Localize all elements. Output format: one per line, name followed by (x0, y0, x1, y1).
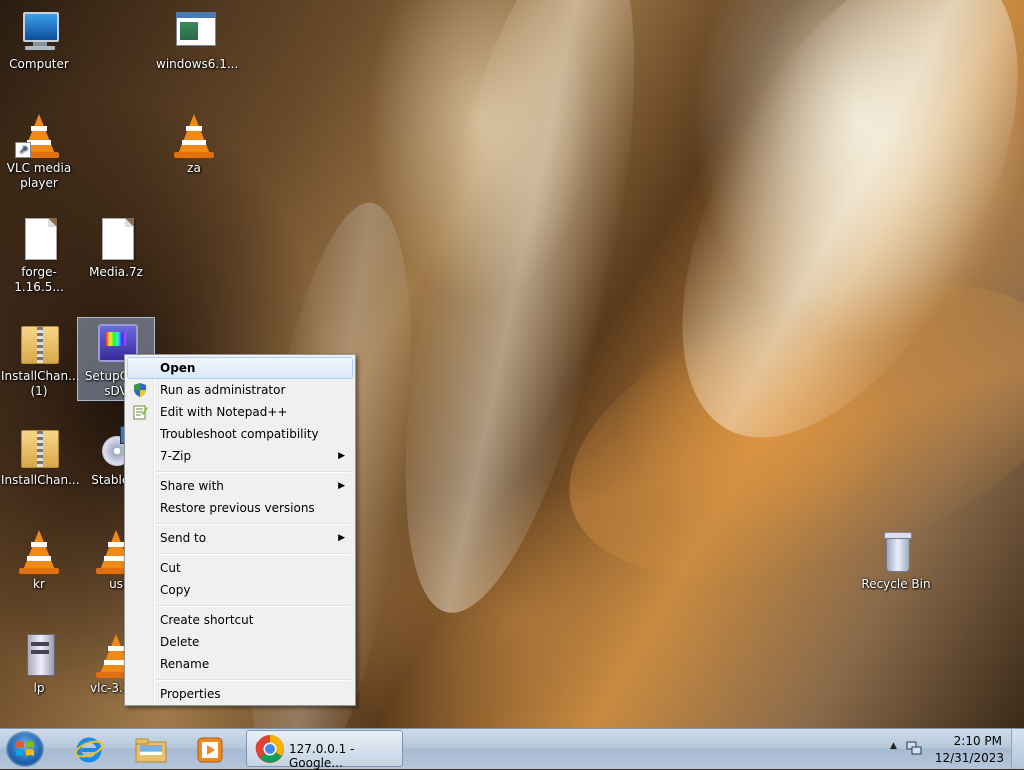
media-player-icon (197, 737, 223, 763)
desktop-icon-label: forge-1.16.5... (14, 265, 64, 294)
taskbar: 127.0.0.1 - Google... ▲ 2:10 PM 12/31/20… (0, 728, 1024, 770)
menu-separator (156, 471, 350, 473)
clock-date[interactable]: 12/31/2023 (935, 751, 1004, 765)
menu-item-create-shortcut[interactable]: Create shortcut (127, 609, 353, 631)
notepad-plus-plus-icon (133, 405, 148, 420)
desktop-icon-label: InstallChan... (1, 473, 80, 487)
menu-separator (156, 523, 350, 525)
application-window-icon (170, 10, 218, 54)
clock-time[interactable]: 2:10 PM (954, 734, 1002, 748)
desktop-icon-label: Media.7z (89, 265, 143, 279)
blank-file-icon (15, 218, 63, 262)
blank-file-icon (92, 218, 140, 262)
menu-item-properties[interactable]: Properties (127, 683, 353, 705)
desktop-icon-media-7z[interactable]: Media.7z (78, 218, 154, 280)
desktop-icon-label: VLC media player (6, 161, 72, 190)
recycle-bin-icon (872, 530, 920, 574)
folder-library-icon (135, 738, 167, 763)
taskbar-internet-explorer[interactable] (62, 731, 116, 767)
vlc-cone-icon: ↗ (15, 114, 63, 158)
taskbar-media-player[interactable] (184, 731, 238, 767)
desktop-icon-label: kr (33, 577, 45, 591)
desktop-icon-installchan[interactable]: InstallChan... (1, 426, 80, 488)
desktop-icon-kr[interactable]: kr (1, 530, 77, 592)
desktop-icon-recycle-bin[interactable]: Recycle Bin (858, 530, 934, 592)
vlc-cone-icon (15, 530, 63, 574)
uac-shield-icon (134, 383, 146, 397)
windows-logo-icon (16, 741, 34, 756)
desktop-icon-za[interactable]: za (156, 114, 232, 176)
desktop-icon-label: Computer (9, 57, 69, 71)
submenu-arrow-icon: ▶ (338, 533, 345, 543)
desktop-icon-label: za (187, 161, 201, 175)
menu-separator (156, 553, 350, 555)
taskbar-windows-explorer[interactable] (124, 731, 178, 767)
menu-item-send-to[interactable]: Send to ▶ (127, 527, 353, 549)
server-icon (15, 634, 63, 678)
show-desktop-button[interactable] (1011, 729, 1024, 769)
start-button[interactable] (6, 731, 44, 767)
desktop-icon-installchan-1[interactable]: InstallChan... (1) (1, 322, 80, 399)
menu-item-cut[interactable]: Cut (127, 557, 353, 579)
desktop-icon-vlc-media-player[interactable]: ↗ VLC media player (1, 114, 77, 191)
network-icon[interactable] (906, 740, 922, 756)
desktop-icon-forge[interactable]: forge-1.16.5... (1, 218, 77, 295)
desktop-icon-label: Recycle Bin (861, 577, 931, 591)
menu-item-delete[interactable]: Delete (127, 631, 353, 653)
menu-item-restore-previous-versions[interactable]: Restore previous versions (127, 497, 353, 519)
menu-item-troubleshoot-compatibility[interactable]: Troubleshoot compatibility (127, 423, 353, 445)
computer-icon (15, 10, 63, 54)
menu-item-copy[interactable]: Copy (127, 579, 353, 601)
desktop-icon-label: InstallChan... (1) (1, 369, 80, 398)
desktop-icon-windows6-1[interactable]: windows6.1... (156, 10, 239, 72)
zip-folder-icon (15, 322, 63, 366)
zip-folder-icon (15, 426, 63, 470)
context-menu: Open Run as administrator Edit with Note… (124, 354, 356, 706)
menu-item-run-as-administrator[interactable]: Run as administrator (127, 379, 353, 401)
menu-item-rename[interactable]: Rename (127, 653, 353, 675)
vlc-cone-icon (170, 114, 218, 158)
submenu-arrow-icon: ▶ (338, 451, 345, 461)
menu-item-share-with[interactable]: Share with ▶ (127, 475, 353, 497)
menu-item-7-zip[interactable]: 7-Zip ▶ (127, 445, 353, 467)
desktop-icon-computer[interactable]: Computer (1, 10, 77, 72)
desktop-icon-label: lp (33, 681, 45, 695)
system-tray: ▲ 2:10 PM 12/31/2023 (884, 729, 1024, 769)
menu-separator (156, 605, 350, 607)
taskbar-chrome-window[interactable]: 127.0.0.1 - Google... (246, 730, 403, 770)
menu-item-edit-with-notepad-plus-plus[interactable]: Edit with Notepad++ (127, 401, 353, 423)
show-hidden-icons-arrow-icon[interactable]: ▲ (890, 741, 897, 751)
desktop-icon-label: windows6.1... (156, 57, 239, 71)
chrome-icon (255, 735, 284, 763)
menu-separator (156, 679, 350, 681)
submenu-arrow-icon: ▶ (338, 481, 345, 491)
shortcut-arrow-icon: ↗ (15, 142, 31, 158)
desktop-icon-lp[interactable]: lp (1, 634, 77, 696)
internet-explorer-icon (74, 737, 104, 763)
menu-item-open[interactable]: Open (127, 357, 353, 379)
